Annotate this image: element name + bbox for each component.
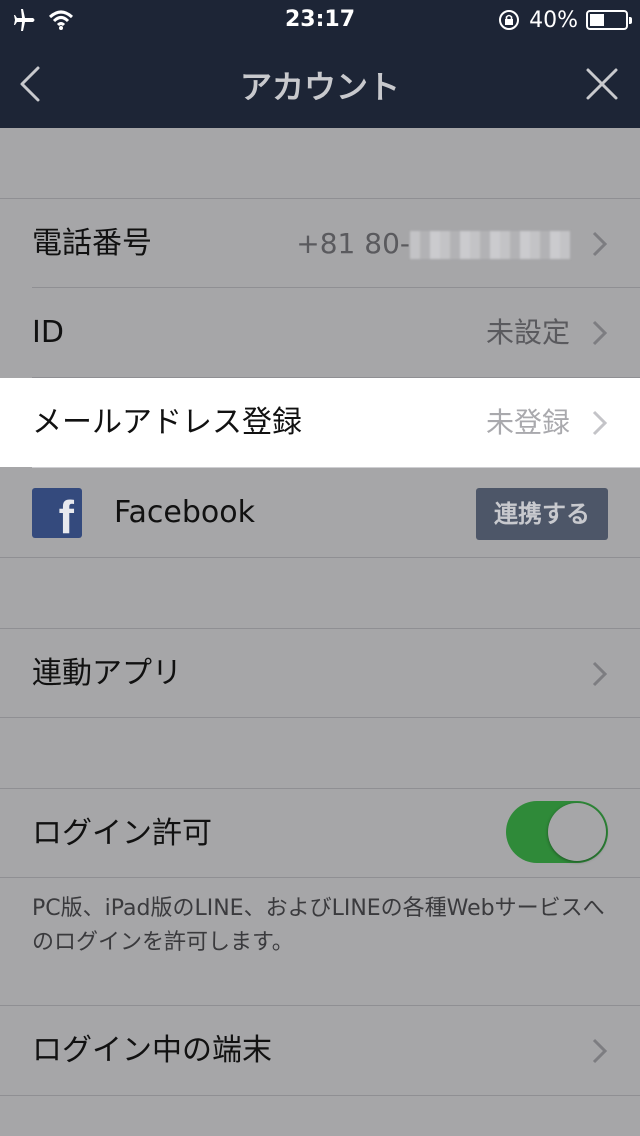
email-registration-value: 未登録 — [485, 406, 570, 439]
chevron-right-icon — [592, 320, 608, 346]
page-title: アカウント — [239, 68, 400, 106]
id-row[interactable]: ID 未設定 — [0, 288, 640, 377]
phone-number-row[interactable]: 電話番号 +81 80- — [0, 199, 640, 288]
facebook-label: Facebook — [114, 495, 255, 530]
orientation-lock-icon — [499, 10, 520, 30]
status-bar: 23:17 40% — [0, 0, 640, 40]
redacted-phone-digits — [410, 231, 570, 259]
phone-number-label: 電話番号 — [32, 226, 152, 261]
facebook-link-button[interactable]: 連携する — [476, 488, 608, 540]
login-devices-label: ログイン中の端末 — [32, 1033, 272, 1068]
toggle-knob — [548, 803, 606, 861]
id-label: ID — [32, 315, 64, 350]
chevron-right-icon — [592, 410, 608, 436]
id-value: 未設定 — [485, 316, 570, 349]
close-icon[interactable] — [582, 64, 622, 104]
battery-icon — [586, 10, 632, 30]
login-allow-description: PC版、iPad版のLINE、およびLINEの各種Webサービスへのログインを許… — [32, 896, 605, 955]
section-divider — [0, 557, 640, 558]
chevron-right-icon — [592, 661, 608, 687]
section-divider — [0, 877, 640, 878]
battery-percent: 40% — [529, 7, 578, 33]
login-allow-label: ログイン許可 — [32, 816, 212, 851]
section-divider — [0, 717, 640, 718]
facebook-icon: f — [32, 488, 82, 538]
linked-apps-row[interactable]: 連動アプリ — [0, 629, 640, 718]
login-allow-toggle[interactable] — [506, 801, 608, 863]
section-divider — [0, 1095, 640, 1096]
login-allow-row: ログイン許可 — [0, 789, 640, 878]
email-registration-row[interactable]: メールアドレス登録 未登録 — [0, 378, 640, 467]
email-registration-label: メールアドレス登録 — [32, 405, 302, 440]
chevron-right-icon — [592, 1038, 608, 1064]
phone-number-value: +81 80- — [296, 199, 570, 288]
login-devices-row[interactable]: ログイン中の端末 — [0, 1006, 640, 1095]
linked-apps-label: 連動アプリ — [32, 656, 182, 691]
facebook-row: f Facebook 連携する — [0, 468, 640, 557]
nav-bar: アカウント — [0, 40, 640, 128]
chevron-right-icon — [592, 231, 608, 257]
battery-fill — [590, 14, 604, 26]
